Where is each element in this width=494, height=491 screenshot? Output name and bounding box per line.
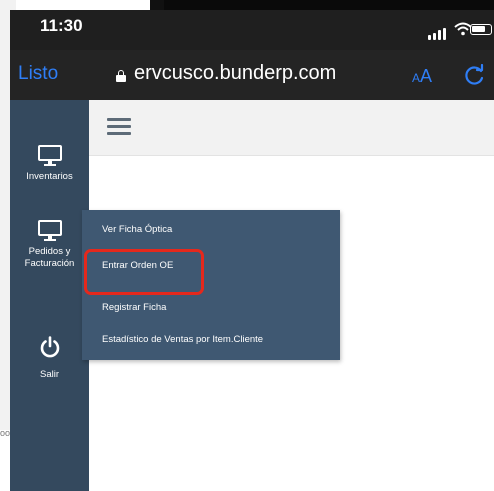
sidebar-item-label: Facturación bbox=[24, 258, 75, 269]
monitor-icon bbox=[37, 145, 62, 167]
url-bar: Listo ervcusco.bunderp.com AA bbox=[10, 50, 494, 100]
content-header bbox=[89, 100, 494, 156]
highlight-annotation bbox=[84, 249, 204, 295]
submenu-item-registrar-ficha[interactable]: Registrar Ficha bbox=[102, 302, 166, 313]
background-top-edge bbox=[150, 0, 494, 10]
sidebar-item-label: Salir bbox=[39, 369, 59, 380]
sidebar-item-pedidos-facturacion[interactable]: Pedidos y Facturación bbox=[10, 220, 89, 270]
phone-screen: 11:30 Listo ervcusco.bunderp.com AA Inve… bbox=[10, 10, 494, 491]
battery-icon bbox=[470, 24, 492, 35]
submenu-item-estadistico-ventas[interactable]: Estadístico de Ventas por Item.Cliente bbox=[102, 334, 263, 345]
url-text[interactable]: ervcusco.bunderp.com bbox=[134, 62, 336, 85]
lock-icon bbox=[116, 70, 126, 82]
monitor-icon bbox=[37, 220, 62, 242]
text-size-button[interactable]: AA bbox=[412, 66, 432, 87]
background-text-fragment: oo bbox=[0, 428, 11, 438]
hamburger-menu-icon[interactable] bbox=[107, 118, 131, 136]
status-time: 11:30 bbox=[40, 16, 83, 35]
reload-icon[interactable] bbox=[464, 64, 486, 86]
text-size-small-label: A bbox=[412, 71, 421, 85]
sidebar-item-label: Inventarios bbox=[26, 171, 73, 182]
status-bar: 11:30 bbox=[10, 10, 494, 50]
sidebar-item-label: Pedidos y bbox=[28, 246, 71, 257]
done-button[interactable]: Listo bbox=[18, 63, 58, 85]
power-icon bbox=[40, 336, 59, 358]
screenshot-stage: oo 11:30 Listo ervcusco.bunderp.com AA I… bbox=[0, 0, 494, 491]
sidebar-item-salir[interactable]: Salir bbox=[10, 336, 89, 381]
submenu-item-ver-ficha-optica[interactable]: Ver Ficha Óptica bbox=[102, 224, 172, 235]
text-size-big-label: A bbox=[420, 66, 433, 86]
sidebar-item-inventarios[interactable]: Inventarios bbox=[10, 145, 89, 183]
